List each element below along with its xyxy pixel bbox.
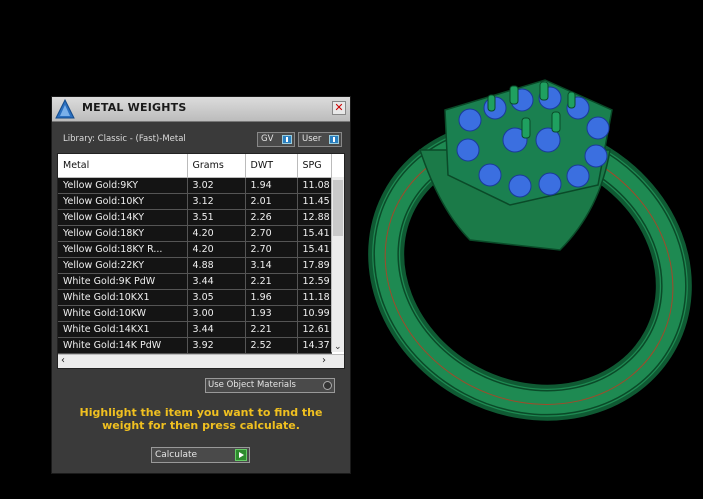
metal-cell: Yellow Gold:18KY	[58, 225, 188, 242]
dwt-cell: 2.21	[245, 321, 298, 338]
table-row[interactable]: Yellow Gold:18KY 4.20 2.70 15.41	[58, 225, 332, 242]
metal-cell: White Gold:14K PdW	[58, 337, 188, 354]
spg-cell: 14.37	[297, 337, 332, 354]
metal-cell: Yellow Gold:14KY	[58, 209, 188, 226]
spg-cell: 11.18	[297, 289, 332, 306]
spg-cell: 15.41	[297, 241, 332, 258]
table-row[interactable]: Yellow Gold:14KY 3.51 2.26 12.88	[58, 209, 332, 226]
metal-cell: Yellow Gold:18KY R...	[58, 241, 188, 258]
panel-title: METAL WEIGHTS	[82, 101, 187, 114]
gv-toggle[interactable]: GV	[257, 132, 295, 147]
metal-cell: White Gold:10KW	[58, 305, 188, 322]
grams-cell: 3.44	[187, 321, 246, 338]
hint-text: Highlight the item you want to find the …	[79, 406, 323, 432]
dwt-cell: 1.96	[245, 289, 298, 306]
scrollbar-thumb[interactable]	[333, 180, 343, 236]
spg-cell: 17.89	[297, 257, 332, 274]
metal-weights-panel: METAL WEIGHTS ✕ Library: Classic - (Fast…	[51, 96, 351, 474]
toggle-switch-icon	[329, 135, 339, 144]
table-row[interactable]: Yellow Gold:10KY 3.12 2.01 11.45	[58, 193, 332, 210]
grams-cell: 3.44	[187, 273, 246, 290]
panel-titlebar[interactable]: METAL WEIGHTS ✕	[52, 97, 350, 122]
spg-cell: 10.99	[297, 305, 332, 322]
radio-icon[interactable]	[323, 381, 332, 390]
user-label: User	[302, 134, 322, 144]
table-header-row: Metal Grams DWT SPG	[58, 154, 332, 178]
spg-cell: 12.88	[297, 209, 332, 226]
metal-cell: Yellow Gold:22KY	[58, 257, 188, 274]
ring-model	[368, 79, 692, 421]
calculate-button[interactable]: Calculate	[151, 447, 250, 463]
spg-cell: 12.59	[297, 273, 332, 290]
user-toggle[interactable]: User	[298, 132, 342, 147]
chevron-right-icon[interactable]: ›	[322, 355, 326, 366]
close-button[interactable]: ✕	[332, 101, 346, 115]
table-row[interactable]: White Gold:14KX1 3.44 2.21 12.61	[58, 321, 332, 338]
metal-cell: Yellow Gold:9KY	[58, 177, 188, 194]
metal-cell: Yellow Gold:10KY	[58, 193, 188, 210]
metal-cell: White Gold:9K PdW	[58, 273, 188, 290]
use-object-materials-option[interactable]: Use Object Materials	[205, 378, 335, 393]
dwt-cell: 1.94	[245, 177, 298, 194]
dwt-cell: 2.52	[245, 337, 298, 354]
grams-cell: 3.92	[187, 337, 246, 354]
column-header-spg[interactable]: SPG	[297, 154, 332, 178]
grams-cell: 3.51	[187, 209, 246, 226]
metal-cell: White Gold:14KX1	[58, 321, 188, 338]
metal-table[interactable]: Metal Grams DWT SPG Yellow Gold:9KY 3.02 1…	[57, 153, 345, 369]
chevron-down-icon[interactable]: ⌄	[334, 342, 342, 352]
table-row[interactable]: Yellow Gold:22KY 4.88 3.14 17.89	[58, 257, 332, 274]
calculate-label: Calculate	[155, 450, 198, 460]
dwt-cell: 2.70	[245, 241, 298, 258]
column-header-metal[interactable]: Metal	[58, 154, 188, 178]
grams-cell: 3.02	[187, 177, 246, 194]
table-row[interactable]: Yellow Gold:18KY R... 4.20 2.70 15.41	[58, 241, 332, 258]
spg-cell: 11.45	[297, 193, 332, 210]
column-header-grams[interactable]: Grams	[187, 154, 246, 178]
horizontal-scrollbar[interactable]: ‹ ›	[58, 354, 344, 368]
table-row[interactable]: Yellow Gold:9KY 3.02 1.94 11.08	[58, 177, 332, 194]
grams-cell: 3.12	[187, 193, 246, 210]
spg-cell: 15.41	[297, 225, 332, 242]
rhino-logo-icon	[55, 98, 75, 119]
dwt-cell: 3.14	[245, 257, 298, 274]
close-icon: ✕	[334, 101, 344, 114]
spg-cell: 12.61	[297, 321, 332, 338]
table-row[interactable]: White Gold:10KW 3.00 1.93 10.99	[58, 305, 332, 322]
grams-cell: 3.05	[187, 289, 246, 306]
table-row[interactable]: White Gold:10KX1 3.05 1.96 11.18	[58, 289, 332, 306]
grams-cell: 3.00	[187, 305, 246, 322]
table-row[interactable]: White Gold:14K PdW 3.92 2.52 14.37	[58, 337, 332, 354]
dwt-cell: 1.93	[245, 305, 298, 322]
dwt-cell: 2.26	[245, 209, 298, 226]
gv-label: GV	[261, 134, 274, 144]
table-row[interactable]: White Gold:9K PdW 3.44 2.21 12.59	[58, 273, 332, 290]
use-object-materials-label: Use Object Materials	[208, 380, 296, 390]
grams-cell: 4.88	[187, 257, 246, 274]
dwt-cell: 2.70	[245, 225, 298, 242]
spg-cell: 11.08	[297, 177, 332, 194]
chevron-left-icon[interactable]: ‹	[61, 355, 65, 366]
play-arrow-icon[interactable]	[235, 449, 247, 461]
grams-cell: 4.20	[187, 225, 246, 242]
metal-cell: White Gold:10KX1	[58, 289, 188, 306]
dwt-cell: 2.21	[245, 273, 298, 290]
toggle-switch-icon	[282, 135, 292, 144]
dwt-cell: 2.01	[245, 193, 298, 210]
column-header-dwt[interactable]: DWT	[245, 154, 298, 178]
vertical-scrollbar[interactable]: ⌄	[331, 154, 344, 352]
library-label: Library: Classic - (Fast)-Metal	[63, 134, 186, 144]
grams-cell: 4.20	[187, 241, 246, 258]
